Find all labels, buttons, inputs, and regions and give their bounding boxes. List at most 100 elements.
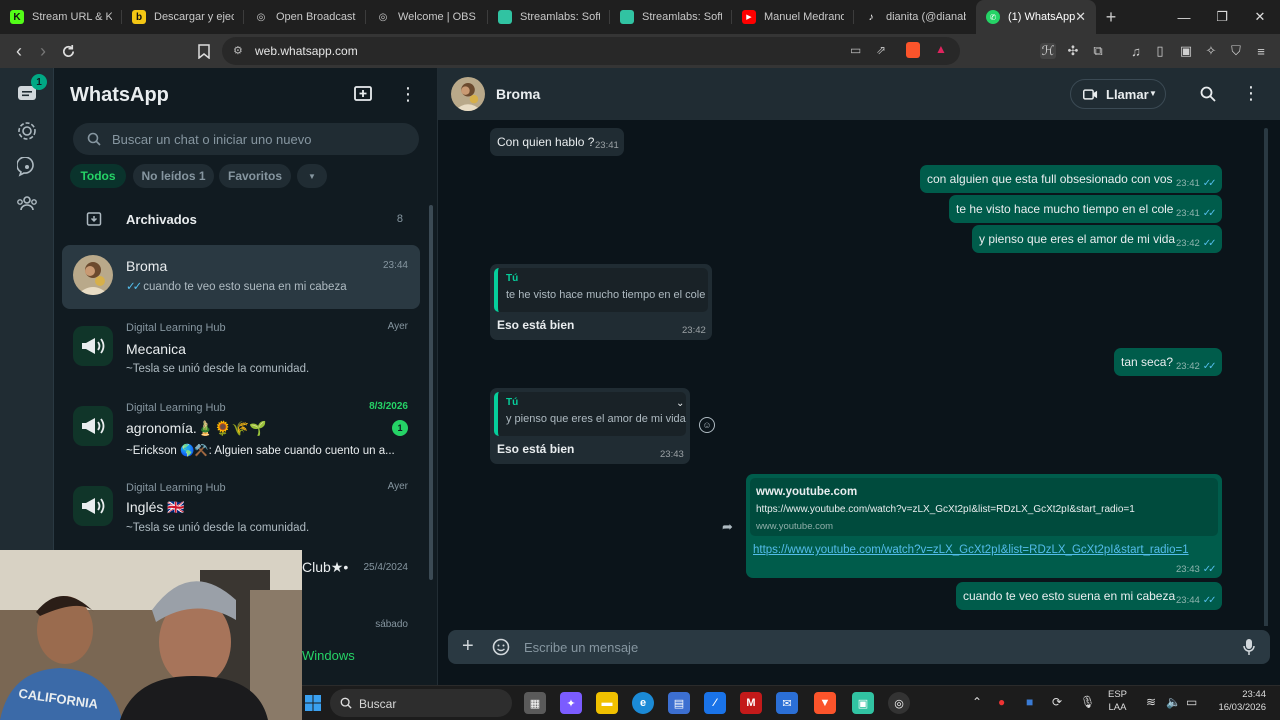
message-outgoing[interactable]: te he visto hace mucho tiempo en el cole…	[949, 195, 1222, 223]
store-icon[interactable]: ▤	[668, 692, 690, 714]
chat-row-agronomia[interactable]: Digital Learning Hub agronomía.🎍🌻🌾🌱 8/3/…	[62, 396, 420, 468]
chevron-down-icon[interactable]: ⌄	[676, 398, 684, 409]
search-icon[interactable]	[1200, 86, 1216, 102]
close-window-icon[interactable]: ✕	[1240, 0, 1280, 34]
bookmark-icon[interactable]	[193, 40, 215, 62]
chat-list-scrollbar[interactable]	[429, 205, 433, 580]
browser-tab[interactable]: ♪dianita (@dianabe	[854, 0, 976, 34]
conversation-scrollbar[interactable]	[1264, 128, 1268, 628]
more-options-icon[interactable]: ⋮	[1242, 84, 1260, 102]
attach-plus-icon[interactable]: +	[462, 635, 474, 657]
chevron-down-icon[interactable]: ▼	[1149, 89, 1157, 98]
file-explorer-icon[interactable]: ▬	[596, 692, 618, 714]
browser-tab[interactable]: Streamlabs: Softw	[488, 0, 610, 34]
browser-tab[interactable]: ◎Open Broadcaster	[244, 0, 366, 34]
filter-all[interactable]: Todos	[70, 164, 126, 188]
filter-unread[interactable]: No leídos 1	[133, 164, 214, 188]
call-button[interactable]: Llamar ▼	[1070, 79, 1166, 109]
wifi-icon[interactable]: ≋	[1146, 695, 1156, 709]
vscode-icon[interactable]: ⁄	[704, 692, 726, 714]
wallet-icon[interactable]: ▣	[1178, 43, 1194, 59]
tray-sync-icon[interactable]: ⟳	[1052, 695, 1062, 709]
browser-tab[interactable]: KStream URL & Key	[0, 0, 122, 34]
mcafee-icon[interactable]: M	[740, 692, 762, 714]
status-icon[interactable]	[15, 119, 39, 143]
edge-icon[interactable]: e	[632, 692, 654, 714]
microphone-icon[interactable]: 🎙	[1080, 695, 1095, 709]
media-icon[interactable]: ♫	[1128, 43, 1144, 59]
brave-shields-icon[interactable]	[906, 42, 920, 58]
mail-icon[interactable]: ✉	[776, 692, 798, 714]
browser-tab[interactable]: bDescargar y ejecut	[122, 0, 244, 34]
quoted-message[interactable]: Tú te he visto hace mucho tiempo en el c…	[494, 268, 708, 312]
brave-icon[interactable]: ▼	[814, 692, 836, 714]
screenshot-icon[interactable]: ⧉	[1090, 43, 1106, 59]
message-input[interactable]: + Escribe un mensaje	[448, 630, 1270, 664]
more-options-icon[interactable]: ⋮	[399, 85, 417, 103]
link-preview[interactable]: www.youtube.com https://www.youtube.com/…	[750, 478, 1218, 536]
windows-start-icon[interactable]	[305, 695, 321, 711]
conversation-header[interactable]: Broma Llamar ▼ ⋮	[438, 68, 1280, 120]
message-incoming[interactable]: Con quien hablo ? 23:41	[490, 128, 624, 156]
extensions-puzzle-icon[interactable]: ✣	[1065, 43, 1081, 59]
taskbar-search[interactable]: Buscar	[330, 689, 512, 717]
minimize-icon[interactable]: —	[1164, 0, 1204, 34]
vpn-icon[interactable]: ⛉	[1228, 43, 1244, 59]
close-tab-icon[interactable]: ✕	[1075, 9, 1086, 25]
emoji-reaction-icon[interactable]: ☺	[699, 417, 715, 433]
battery-icon[interactable]: ▭	[1186, 695, 1197, 709]
message-incoming-reply[interactable]: Tú y pienso que eres el amor de mi vida …	[490, 388, 690, 464]
chat-row-mecanica[interactable]: Digital Learning Hub Mecanica Ayer ~Tesl…	[62, 316, 420, 388]
volume-icon[interactable]: 🔈	[1166, 695, 1181, 709]
cast-icon[interactable]: ▭	[850, 43, 861, 57]
microphone-icon[interactable]	[1243, 638, 1255, 656]
tray-overflow-icon[interactable]: ⌃	[972, 695, 982, 709]
message-outgoing[interactable]: con alguien que esta full obsesionado co…	[920, 165, 1222, 193]
sticker-icon[interactable]	[492, 638, 510, 656]
message-outgoing[interactable]: cuando te veo esto suena en mi cabeza 23…	[956, 582, 1222, 610]
browser-tab-active[interactable]: ✆ (1) WhatsApp ✕	[976, 0, 1096, 34]
obs-icon[interactable]: ◎	[888, 692, 910, 714]
forward-icon[interactable]: ➦	[722, 519, 733, 535]
clock[interactable]: 23:44 16/03/2026	[1212, 688, 1266, 714]
message-outgoing-link[interactable]: www.youtube.com https://www.youtube.com/…	[746, 474, 1222, 578]
task-view-icon[interactable]: ▦	[524, 692, 546, 714]
copilot-icon[interactable]: ✦	[560, 692, 582, 714]
browser-tab[interactable]: ◎ Welcome | OBS	[366, 0, 488, 34]
chat-row-ingles[interactable]: Digital Learning Hub Inglés 🇬🇧 Ayer ~Tes…	[62, 476, 420, 548]
sidebar-icon[interactable]: ▯	[1152, 43, 1168, 59]
streamlabs-icon[interactable]: ▣	[852, 692, 874, 714]
site-info-icon[interactable]: ⚙	[233, 44, 243, 57]
message-outgoing[interactable]: y pienso que eres el amor de mi vida 23:…	[972, 225, 1222, 253]
share-icon[interactable]: ⇗	[876, 43, 886, 57]
menu-icon[interactable]: ≡	[1253, 43, 1269, 59]
avatar[interactable]	[451, 77, 485, 111]
reload-icon[interactable]	[57, 40, 79, 62]
message-incoming-reply[interactable]: Tú te he visto hace mucho tiempo en el c…	[490, 264, 712, 340]
filter-favorites[interactable]: Favoritos	[219, 164, 291, 188]
back-icon[interactable]: ‹	[8, 40, 30, 62]
new-chat-icon[interactable]	[353, 85, 373, 103]
filter-more-dropdown[interactable]: ▼	[297, 164, 327, 188]
chat-row-broma[interactable]: Broma 23:44 ✓✓ cuando te veo esto suena e…	[62, 245, 420, 309]
communities-icon[interactable]	[15, 191, 39, 215]
forward-icon[interactable]: ›	[32, 40, 54, 62]
language-indicator[interactable]: ESP LAA	[1108, 688, 1127, 714]
leo-ai-icon[interactable]: ✧	[1203, 43, 1219, 59]
new-tab-button[interactable]: +	[1096, 7, 1126, 28]
extension-icon[interactable]: ℋ	[1040, 43, 1056, 59]
link[interactable]: https://www.youtube.com/watch?v=zLX_GcXt…	[753, 544, 1189, 556]
browser-tab[interactable]: ▶ Manuel Medrano	[732, 0, 854, 34]
tray-app-icon[interactable]: ●	[998, 695, 1005, 709]
quoted-message[interactable]: Tú y pienso que eres el amor de mi vida …	[494, 392, 686, 436]
browser-tab[interactable]: Streamlabs: Softw	[610, 0, 732, 34]
tray-app-icon[interactable]: ■	[1026, 695, 1033, 709]
address-bar[interactable]: ⚙ web.whatsapp.com ▭ ⇗ ▲	[222, 37, 960, 65]
maximize-icon[interactable]: ❐	[1202, 0, 1242, 34]
message-outgoing[interactable]: tan seca? 23:42 ✓✓	[1114, 348, 1222, 376]
search-input[interactable]: Buscar un chat o iniciar uno nuevo	[73, 123, 419, 155]
channels-icon[interactable]	[15, 155, 39, 179]
archived-row[interactable]: Archivados 8	[54, 199, 437, 239]
contact-name[interactable]: Broma	[496, 86, 540, 102]
brave-rewards-icon[interactable]: ▲	[935, 42, 947, 56]
